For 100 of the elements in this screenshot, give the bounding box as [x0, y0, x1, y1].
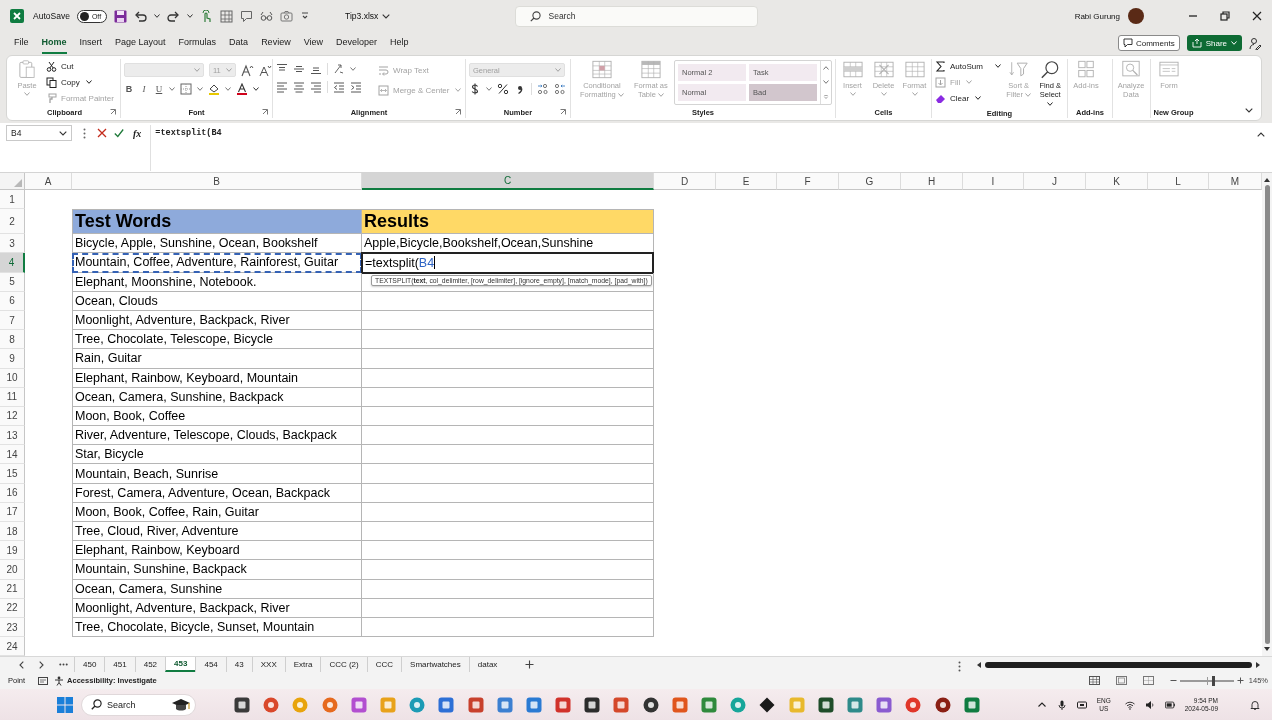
chevron-down-icon[interactable] [1245, 108, 1253, 113]
font-color-icon[interactable] [236, 83, 248, 95]
app-icon[interactable] [584, 696, 601, 713]
dollar-icon[interactable] [469, 83, 481, 95]
paint-bucket-icon[interactable] [208, 83, 220, 95]
caret-icon[interactable] [253, 87, 259, 91]
ribbon-tab[interactable]: Formulas [178, 32, 217, 54]
underline-button[interactable]: U [154, 84, 164, 94]
dialog-launcher-icon[interactable] [110, 109, 116, 115]
name-box[interactable]: B4 [6, 125, 72, 141]
vertical-scrollbar[interactable] [1262, 173, 1272, 656]
autosum-button[interactable]: AutoSum [935, 59, 1001, 73]
zeros-arrow-left-icon[interactable] [554, 83, 566, 95]
display-icon[interactable] [1076, 699, 1087, 710]
ribbon-tab[interactable]: Review [261, 32, 291, 54]
close-icon[interactable] [1252, 11, 1262, 21]
checkmark-icon[interactable] [114, 128, 124, 138]
cut-button[interactable]: Cut [46, 59, 114, 73]
page-lines-icon[interactable] [38, 675, 49, 686]
ribbon-tab[interactable]: View [303, 32, 323, 54]
app-icon[interactable] [817, 696, 834, 713]
column-header[interactable]: F [777, 173, 839, 190]
comment-icon[interactable] [240, 9, 254, 23]
insert-function-button[interactable]: fx [131, 125, 144, 141]
row-header[interactable]: 13 [0, 426, 25, 446]
bold-button[interactable]: B [124, 84, 134, 94]
dashed-grid-icon[interactable] [1142, 676, 1154, 685]
minus-icon[interactable] [1169, 677, 1177, 684]
chevron-left-icon[interactable] [19, 660, 24, 669]
letter-a-up-icon[interactable] [241, 63, 254, 77]
column-header[interactable]: C [362, 173, 654, 190]
ribbon-tab[interactable]: File [14, 32, 29, 54]
chevron-up-icon[interactable] [1257, 132, 1265, 137]
row-header[interactable]: 2 [0, 209, 25, 235]
letter-a-down-icon[interactable] [259, 63, 272, 77]
row-header[interactable]: 15 [0, 464, 25, 484]
horizontal-scrollbar[interactable] [977, 659, 1260, 670]
wifi-icon[interactable] [1124, 699, 1135, 710]
row-header[interactable]: 3 [0, 234, 25, 254]
column-header[interactable]: J [1024, 173, 1086, 190]
save-icon[interactable] [114, 9, 128, 23]
ellipsis-icon[interactable] [59, 663, 68, 666]
arrow-up-icon[interactable] [1264, 178, 1270, 182]
sheet-tab[interactable]: 453 [165, 657, 196, 672]
slider-thumb[interactable] [1211, 675, 1215, 686]
restore-icon[interactable] [1220, 11, 1230, 21]
row-header[interactable]: 1 [0, 190, 25, 210]
share-button[interactable]: Share [1186, 35, 1242, 51]
row-header[interactable]: 8 [0, 330, 25, 350]
ribbon-tab[interactable]: Page Layout [115, 32, 166, 54]
arrow-down-icon[interactable] [1264, 647, 1270, 651]
column-header[interactable]: E [716, 173, 777, 190]
chevron-right-icon[interactable] [39, 660, 44, 669]
column-header[interactable]: M [1209, 173, 1262, 190]
column-header[interactable]: B [72, 173, 362, 190]
caret-icon[interactable] [154, 14, 161, 18]
row-header[interactable]: 4 [0, 253, 25, 273]
camera-icon[interactable] [280, 9, 294, 23]
battery-icon[interactable] [1164, 699, 1175, 710]
speaker-icon[interactable] [1144, 699, 1155, 710]
ribbon-tab[interactable]: Data [229, 32, 249, 54]
glasses-icon[interactable] [260, 9, 274, 23]
app-icon[interactable] [234, 696, 250, 713]
row-header[interactable]: 24 [0, 637, 25, 656]
decrease-indent-icon[interactable] [333, 81, 345, 93]
borders-icon[interactable] [180, 83, 192, 95]
arrow-right-icon[interactable] [1256, 661, 1260, 668]
scrollbar-thumb[interactable] [1264, 185, 1270, 644]
arrow-left-icon[interactable] [977, 661, 981, 668]
clear-button[interactable]: Clear [935, 91, 1001, 105]
dialog-launcher-icon[interactable] [262, 109, 268, 115]
ribbon-tab[interactable]: Help [390, 32, 409, 54]
zeros-arrow-right-icon[interactable] [537, 83, 549, 95]
italic-button[interactable]: I [139, 84, 149, 94]
microphone-icon[interactable] [1056, 699, 1067, 710]
formula-field[interactable]: =textsplit(B4 [150, 125, 1248, 171]
row-header[interactable]: 20 [0, 560, 25, 580]
row-header[interactable]: 14 [0, 445, 25, 465]
comments-button[interactable]: Comments [1117, 35, 1180, 51]
app-icon[interactable] [642, 696, 659, 713]
column-header[interactable]: L [1148, 173, 1209, 190]
file-name-button[interactable]: Tip3.xlsx [345, 11, 391, 21]
ribbon-tab[interactable]: Developer [336, 32, 378, 54]
cancel-icon[interactable] [97, 128, 107, 138]
ribbon-tab[interactable]: Insert [79, 32, 103, 54]
plus-icon[interactable] [1236, 677, 1244, 684]
page-icon[interactable] [1115, 676, 1127, 685]
plus-icon[interactable] [525, 660, 535, 669]
row-header[interactable]: 19 [0, 541, 25, 561]
search-field[interactable]: Search [514, 5, 758, 27]
percent-icon[interactable] [497, 83, 509, 95]
line-caret-icon[interactable] [300, 11, 311, 21]
grid-icon[interactable] [1088, 676, 1100, 685]
dialog-launcher-icon[interactable] [455, 109, 461, 115]
caret-icon[interactable] [187, 14, 194, 18]
active-cell[interactable]: =textsplit(B4 [361, 252, 654, 274]
windows-logo-icon[interactable] [57, 696, 73, 713]
hand-icon[interactable] [200, 9, 214, 23]
column-header[interactable]: I [963, 173, 1024, 190]
app-icon[interactable] [759, 696, 776, 713]
